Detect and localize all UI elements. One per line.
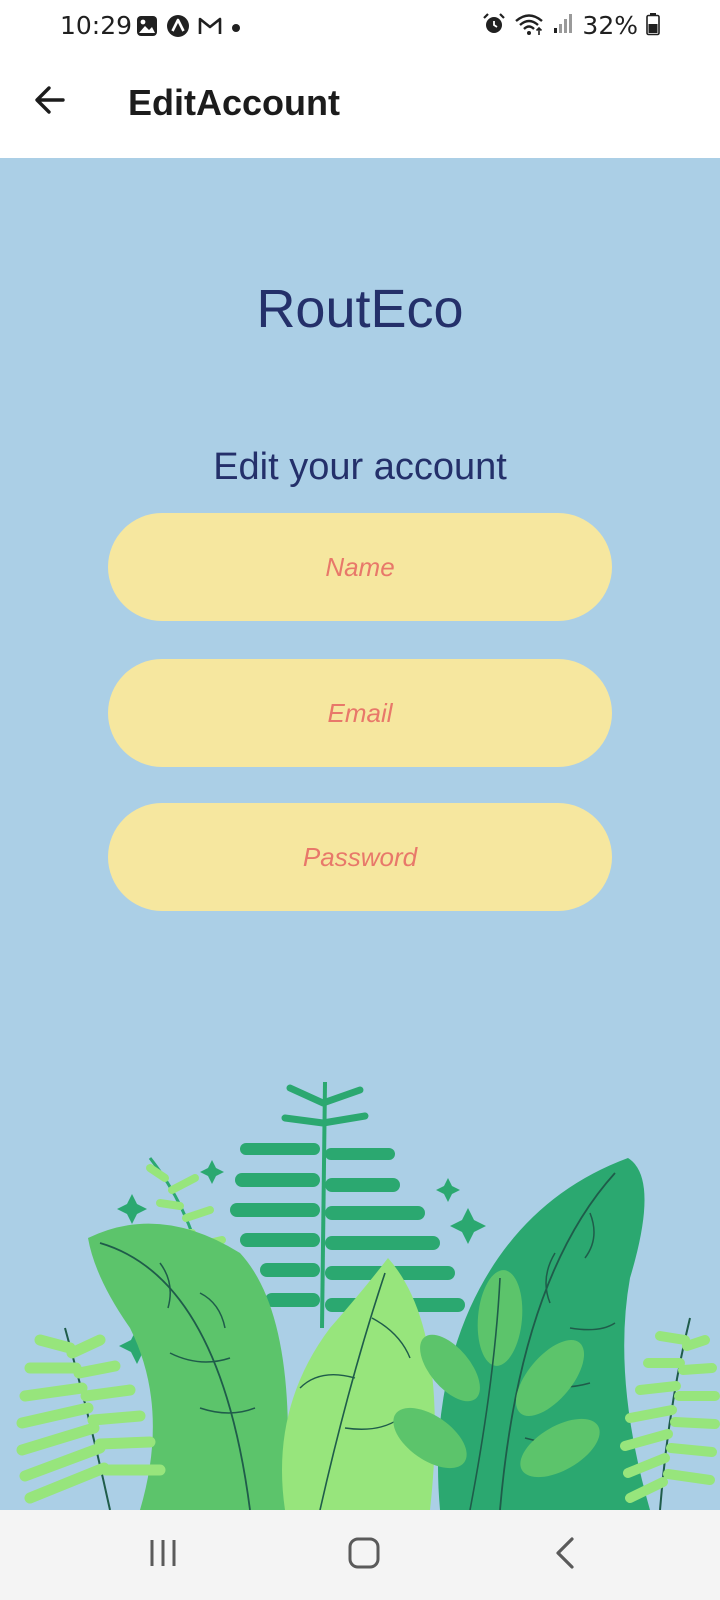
recents-button[interactable]	[138, 1532, 188, 1578]
page-title: EditAccount	[128, 82, 340, 123]
home-button[interactable]	[339, 1532, 389, 1578]
signal-icon	[552, 13, 574, 39]
wifi-icon	[514, 12, 544, 40]
edit-account-screen: RoutEco Edit your account	[0, 158, 720, 1510]
name-field[interactable]	[108, 513, 612, 621]
nav-back-button[interactable]	[540, 1532, 590, 1578]
app-bar: EditAccount	[0, 52, 720, 158]
form-heading: Edit your account	[213, 446, 507, 488]
status-system-icons: 32%	[482, 11, 660, 40]
back-icon	[552, 1536, 578, 1575]
gmail-icon	[198, 16, 222, 40]
status-notification-icons	[136, 14, 242, 42]
system-nav-bar	[0, 1510, 720, 1600]
back-button[interactable]	[28, 80, 72, 124]
arrow-left-icon	[33, 83, 67, 122]
brand-title: RoutEco	[256, 279, 464, 339]
recents-icon	[147, 1538, 179, 1573]
fern-back	[230, 1081, 465, 1329]
status-time: 10:29	[60, 11, 133, 40]
status-bar: 10:29 32%	[0, 0, 720, 52]
battery-percent: 32%	[582, 11, 638, 40]
password-field[interactable]	[108, 803, 612, 911]
battery-icon	[646, 12, 660, 40]
email-field[interactable]	[108, 659, 612, 767]
home-icon	[347, 1536, 381, 1575]
gallery-icon	[136, 15, 158, 41]
leaves-illustration	[16, 1081, 720, 1510]
dot-icon	[230, 19, 242, 38]
arc-icon	[166, 14, 190, 42]
alarm-icon	[482, 12, 506, 40]
